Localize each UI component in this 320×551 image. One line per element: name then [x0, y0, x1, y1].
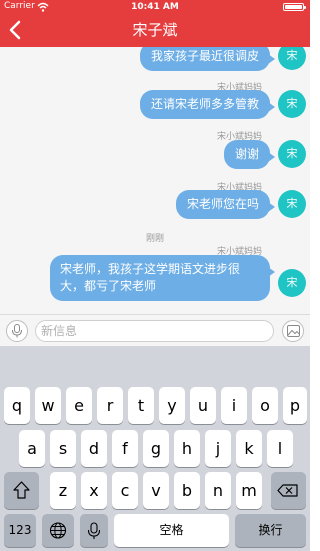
image-icon [287, 325, 300, 337]
key-j[interactable]: j [205, 430, 231, 467]
key-k[interactable]: k [236, 430, 262, 467]
return-key[interactable]: 换行 [235, 514, 306, 547]
message-bubble[interactable]: 我家孩子最近很调皮 [139, 47, 276, 71]
page-title: 宋子斌 [132, 21, 178, 39]
image-button[interactable] [282, 320, 304, 342]
keyboard: q w e r t y u i o p a s d f g h j k l z … [0, 346, 310, 551]
key-e[interactable]: e [66, 387, 92, 424]
input-bar: 新信息 [0, 314, 310, 346]
shift-key[interactable] [4, 472, 39, 509]
nav-bar: 宋子斌 [0, 14, 310, 47]
key-u[interactable]: u [190, 387, 216, 424]
microphone-icon [12, 324, 22, 338]
key-y[interactable]: y [159, 387, 185, 424]
dictation-key[interactable] [80, 514, 108, 547]
avatar[interactable]: 宋 [278, 190, 306, 218]
status-bar: Carrier 10:41 AM [0, 0, 310, 14]
avatar[interactable]: 宋 [278, 269, 306, 297]
key-l[interactable]: l [267, 430, 293, 467]
clock: 10:41 AM [131, 2, 179, 12]
avatar[interactable]: 宋 [278, 90, 306, 118]
space-key[interactable]: 空格 [114, 514, 229, 547]
avatar[interactable]: 宋 [278, 47, 306, 70]
key-g[interactable]: g [143, 430, 169, 467]
battery-icon [283, 3, 306, 11]
message-bubble[interactable]: 宋老师，我孩子这学期语文进步很大，都亏了宋老师 [50, 255, 275, 301]
voice-button[interactable] [6, 320, 28, 342]
key-d[interactable]: d [81, 430, 107, 467]
key-f[interactable]: f [112, 430, 138, 467]
key-m[interactable]: m [236, 472, 262, 509]
message-bubble[interactable]: 谢谢 [223, 140, 276, 169]
backspace-icon [277, 484, 298, 497]
key-x[interactable]: x [81, 472, 107, 509]
microphone-icon [87, 522, 101, 539]
key-z[interactable]: z [50, 472, 76, 509]
numbers-key[interactable]: 123 [4, 514, 36, 547]
key-s[interactable]: s [50, 430, 76, 467]
shift-arrow-icon [13, 481, 30, 499]
key-p[interactable]: p [283, 387, 307, 424]
key-t[interactable]: t [128, 387, 154, 424]
key-w[interactable]: w [35, 387, 61, 424]
message-bubble[interactable]: 宋老师您在吗 [175, 190, 276, 219]
key-n[interactable]: n [205, 472, 231, 509]
backspace-key[interactable] [271, 472, 306, 509]
message-bubble[interactable]: 还请宋老师多多管教 [139, 90, 276, 119]
key-b[interactable]: b [174, 472, 200, 509]
key-q[interactable]: q [4, 387, 30, 424]
globe-key[interactable] [42, 514, 74, 547]
key-a[interactable]: a [19, 430, 45, 467]
key-h[interactable]: h [174, 430, 200, 467]
key-o[interactable]: o [252, 387, 278, 424]
key-i[interactable]: i [221, 387, 247, 424]
key-r[interactable]: r [97, 387, 123, 424]
timestamp: 刚刚 [145, 234, 164, 244]
avatar[interactable]: 宋 [278, 140, 306, 168]
globe-icon [49, 522, 67, 539]
key-c[interactable]: c [112, 472, 138, 509]
chat-area[interactable]: 我家孩子最近很调皮 宋 宋小斌妈妈 还请宋老师多多管教 宋 宋小斌妈妈 谢谢 宋… [0, 47, 310, 314]
key-v[interactable]: v [143, 472, 169, 509]
message-input[interactable]: 新信息 [35, 320, 274, 342]
